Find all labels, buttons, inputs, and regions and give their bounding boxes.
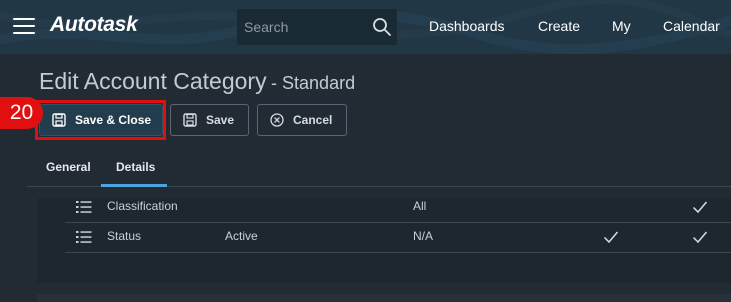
- row-state: Active: [225, 229, 258, 243]
- tab-general[interactable]: General: [46, 160, 91, 174]
- list-icon: [76, 231, 92, 243]
- check-icon: [603, 231, 619, 244]
- active-tab-indicator: [101, 184, 167, 187]
- tab-details[interactable]: Details: [116, 160, 155, 174]
- row-name: Status: [107, 229, 142, 243]
- step-number-badge: 20: [0, 97, 43, 129]
- table-row[interactable]: Classification All: [65, 197, 731, 223]
- list-icon: [76, 201, 92, 213]
- cancel-icon: [270, 113, 284, 127]
- row-value: N/A: [413, 229, 434, 243]
- search-input[interactable]: [237, 9, 367, 45]
- panel-bottom-strip: [37, 294, 731, 302]
- nav-my[interactable]: My: [612, 18, 631, 34]
- save-icon: [183, 113, 197, 127]
- nav-calendar[interactable]: Calendar: [663, 18, 720, 34]
- row-name: Classification: [107, 199, 178, 213]
- page-title-main: Edit Account Category: [39, 68, 267, 94]
- global-search: [237, 9, 397, 45]
- table-row[interactable]: Status Active N/A: [65, 227, 731, 253]
- check-icon: [692, 201, 708, 214]
- autotask-logo[interactable]: Autotask: [50, 13, 138, 37]
- nav-dashboards[interactable]: Dashboards: [429, 18, 505, 34]
- page-title: Edit Account Category - Standard: [39, 68, 355, 95]
- top-navigation-bar: Autotask Dashboards Create My Calendar: [0, 0, 731, 54]
- save-and-close-button[interactable]: Save & Close: [39, 104, 163, 136]
- row-value: All: [413, 199, 427, 213]
- save-icon: [52, 113, 66, 127]
- save-label: Save: [206, 113, 235, 127]
- cancel-button[interactable]: Cancel: [257, 104, 347, 136]
- save-button[interactable]: Save: [170, 104, 249, 136]
- menu-icon[interactable]: [13, 15, 35, 35]
- search-icon[interactable]: [372, 17, 392, 37]
- save-and-close-label: Save & Close: [75, 113, 152, 127]
- cancel-label: Cancel: [293, 113, 333, 127]
- check-icon: [692, 231, 708, 244]
- nav-create[interactable]: Create: [538, 18, 580, 34]
- page-title-subtitle: - Standard: [271, 73, 356, 93]
